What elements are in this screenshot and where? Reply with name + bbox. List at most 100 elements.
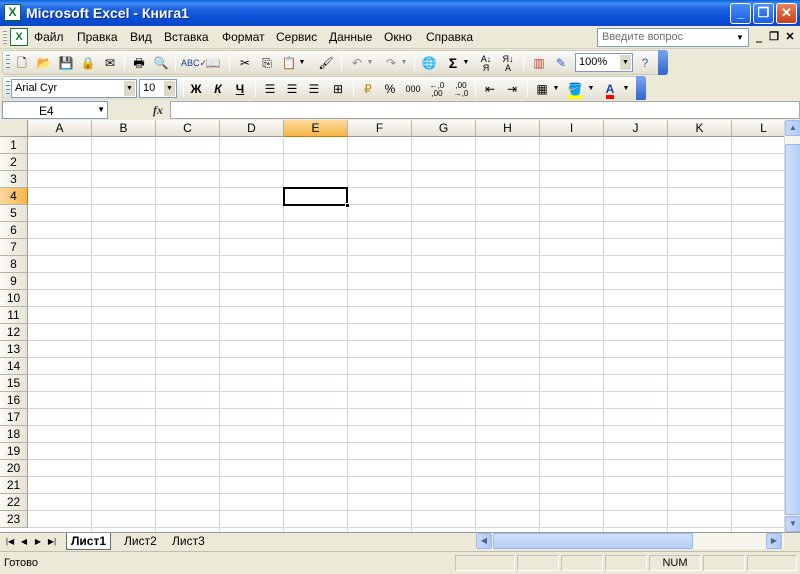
spelling-icon[interactable]: ABC✓ <box>181 54 207 72</box>
cell-area[interactable] <box>28 137 784 532</box>
zoom-select[interactable]: 100% ▼ <box>575 53 633 72</box>
row-header[interactable]: 23 <box>0 511 28 528</box>
name-box[interactable]: E4 ▼ <box>2 101 108 119</box>
column-header[interactable]: E <box>284 120 348 137</box>
font-color-icon[interactable]: A <box>600 80 620 99</box>
fill-handle[interactable] <box>345 203 350 208</box>
decrease-indent-icon[interactable]: ⇤ <box>480 80 500 98</box>
column-header[interactable]: I <box>540 120 604 137</box>
fill-color-icon[interactable]: 🪣 <box>565 80 585 99</box>
paste-icon[interactable]: 📋 <box>279 54 299 72</box>
copy-icon[interactable]: ⎘ <box>257 54 277 72</box>
font-color-dropdown-icon[interactable]: ▼ <box>621 80 631 98</box>
autosum-dropdown-icon[interactable]: ▼ <box>461 54 471 72</box>
menu-window[interactable]: Окно <box>384 30 412 45</box>
toolbar-options-button[interactable] <box>636 76 646 101</box>
scroll-left-icon[interactable]: ◀ <box>476 533 492 549</box>
print-icon[interactable]: 🖶 <box>129 54 149 72</box>
redo-icon[interactable]: ↷ <box>381 54 401 72</box>
menu-tools[interactable]: Сервис <box>276 30 317 45</box>
row-header[interactable]: 13 <box>0 341 28 358</box>
row-header[interactable]: 8 <box>0 256 28 273</box>
doc-restore-button[interactable]: ❐ <box>767 30 781 44</box>
chart-wizard-icon[interactable]: ▥ <box>529 54 549 72</box>
insert-function-icon[interactable]: fx <box>153 103 163 118</box>
paste-dropdown-icon[interactable]: ▼ <box>297 54 307 72</box>
drawing-icon[interactable]: ✎ <box>551 54 571 72</box>
row-header[interactable]: 15 <box>0 375 28 392</box>
row-header[interactable]: 14 <box>0 358 28 375</box>
sheet-tab-2[interactable]: Лист2 <box>120 533 161 550</box>
row-header[interactable]: 17 <box>0 409 28 426</box>
column-header[interactable]: C <box>156 120 220 137</box>
worksheet-grid[interactable]: A B C D E F G H I J K L 1 2 3 4 5 6 7 8 9 10 11 12 13 14 15 16 17 18 1… <box>0 120 784 532</box>
menu-view[interactable]: Вид <box>130 30 152 45</box>
menu-format[interactable]: Формат <box>222 30 265 45</box>
new-icon[interactable]: 🗋 <box>12 54 32 72</box>
column-header[interactable]: J <box>604 120 668 137</box>
toolbar-grip[interactable] <box>6 81 10 97</box>
menu-data[interactable]: Данные <box>329 30 372 45</box>
increase-indent-icon[interactable]: ⇥ <box>502 80 522 98</box>
sort-ascending-icon[interactable]: А↓ Я <box>476 54 496 73</box>
row-header[interactable]: 20 <box>0 460 28 477</box>
menu-edit[interactable]: Правка <box>77 30 118 45</box>
menu-file[interactable]: Файл <box>34 30 64 45</box>
chevron-down-icon[interactable]: ▼ <box>620 55 631 70</box>
save-icon[interactable]: 💾 <box>56 54 76 72</box>
underline-button[interactable]: Ч <box>230 80 250 98</box>
scroll-right-icon[interactable]: ▶ <box>766 533 782 549</box>
column-header[interactable]: B <box>92 120 156 137</box>
column-header[interactable]: L <box>732 120 784 137</box>
excel-app-icon[interactable]: X <box>4 4 21 21</box>
row-header[interactable]: 4 <box>0 188 28 205</box>
sheet-tab-1[interactable]: Лист1 <box>66 533 112 550</box>
cut-icon[interactable]: ✂ <box>235 54 255 72</box>
sort-descending-icon[interactable]: Я↓ А <box>498 54 518 73</box>
help-question-input[interactable]: Введите вопрос <box>602 31 683 43</box>
font-size-select[interactable]: 10 ▼ <box>139 79 177 98</box>
column-header[interactable]: K <box>668 120 732 137</box>
chevron-down-icon[interactable]: ▼ <box>124 81 135 96</box>
last-sheet-icon[interactable]: ▶| <box>46 535 58 549</box>
menu-help[interactable]: Справка <box>426 30 473 45</box>
next-sheet-icon[interactable]: ▶ <box>32 535 44 549</box>
vertical-scroll-thumb[interactable] <box>785 144 800 515</box>
chevron-down-icon[interactable]: ▼ <box>734 30 746 45</box>
menu-grip[interactable] <box>3 30 7 45</box>
merge-center-icon[interactable]: ⊞ <box>328 80 348 98</box>
column-header[interactable]: D <box>220 120 284 137</box>
hyperlink-icon[interactable]: 🌐 <box>419 54 439 72</box>
select-all-button[interactable] <box>0 120 28 137</box>
row-header[interactable]: 7 <box>0 239 28 256</box>
row-header[interactable]: 5 <box>0 205 28 222</box>
column-header[interactable]: H <box>476 120 540 137</box>
undo-icon[interactable]: ↶ <box>347 54 367 72</box>
row-header[interactable]: 18 <box>0 426 28 443</box>
row-header[interactable]: 9 <box>0 273 28 290</box>
toolbar-options-button[interactable] <box>658 50 668 75</box>
column-header[interactable]: F <box>348 120 412 137</box>
format-painter-icon[interactable]: 🖌 <box>316 54 336 72</box>
row-header[interactable]: 19 <box>0 443 28 460</box>
row-header[interactable]: 16 <box>0 392 28 409</box>
bold-button[interactable]: Ж <box>186 80 206 98</box>
permission-icon[interactable]: 🔒 <box>78 54 98 72</box>
decrease-decimal-icon[interactable]: ,00 →,0 <box>451 80 471 98</box>
font-name-select[interactable]: Arial Cyr ▼ <box>11 79 137 98</box>
doc-minimize-button[interactable]: ‗ <box>752 30 766 44</box>
help-icon[interactable]: ? <box>635 54 655 72</box>
percent-button[interactable]: % <box>380 80 400 98</box>
redo-dropdown-icon[interactable]: ▼ <box>399 54 409 72</box>
row-header[interactable]: 1 <box>0 137 28 154</box>
minimize-button[interactable]: _ <box>730 3 751 24</box>
row-header[interactable]: 3 <box>0 171 28 188</box>
align-left-icon[interactable]: ☰ <box>260 80 280 98</box>
align-right-icon[interactable]: ☰ <box>304 80 324 98</box>
toolbar-grip[interactable] <box>6 55 10 71</box>
sheet-tab-3[interactable]: Лист3 <box>168 533 209 550</box>
row-header[interactable]: 10 <box>0 290 28 307</box>
borders-dropdown-icon[interactable]: ▼ <box>551 80 561 98</box>
row-header[interactable]: 21 <box>0 477 28 494</box>
column-header[interactable]: G <box>412 120 476 137</box>
